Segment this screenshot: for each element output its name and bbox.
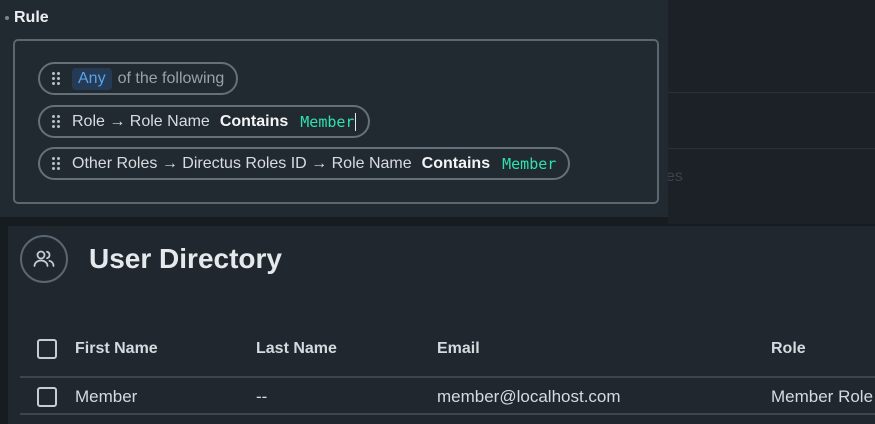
condition-field[interactable]: Role → Role Name <box>72 113 210 131</box>
column-header-email[interactable]: Email <box>437 340 480 358</box>
condition-field[interactable]: Other Roles → Directus Roles ID → Role N… <box>72 155 412 173</box>
background-panel <box>668 0 875 224</box>
column-header-last-name[interactable]: Last Name <box>256 340 337 358</box>
column-header-first-name[interactable]: First Name <box>75 340 158 358</box>
cell-first-name[interactable]: Member <box>75 387 137 407</box>
select-all-checkbox[interactable] <box>37 339 57 359</box>
required-dot <box>5 16 9 20</box>
row-checkbox[interactable] <box>37 387 57 407</box>
logic-selector[interactable]: Any <box>72 67 112 90</box>
background-divider <box>668 148 875 149</box>
drag-handle-icon[interactable] <box>52 156 62 171</box>
column-header-role[interactable]: Role <box>771 340 806 358</box>
condition-operator[interactable]: Contains <box>422 155 490 173</box>
users-icon <box>33 250 55 267</box>
directory-icon-button[interactable] <box>20 235 68 283</box>
cell-email[interactable]: member@localhost.com <box>437 387 621 407</box>
rule-panel: Rule Any of the following Role → Role Na… <box>0 0 668 217</box>
text-cursor <box>355 112 357 131</box>
rule-condition[interactable]: Other Roles → Directus Roles ID → Role N… <box>38 147 571 180</box>
table-header-divider <box>20 376 875 378</box>
background-text: es <box>666 168 683 185</box>
condition-value-input[interactable]: Member <box>300 113 354 131</box>
condition-value-input[interactable]: Member <box>502 155 556 173</box>
group-suffix: of the following <box>117 69 225 87</box>
cell-role[interactable]: Member Role <box>771 387 875 407</box>
drag-handle-icon[interactable] <box>52 114 62 129</box>
rule-group-any[interactable]: Any of the following <box>38 62 239 95</box>
rule-title: Rule <box>14 9 49 26</box>
drag-handle-icon[interactable] <box>52 71 62 86</box>
background-divider <box>668 92 875 93</box>
table-row-divider <box>20 413 875 415</box>
cell-last-name[interactable]: -- <box>256 387 267 407</box>
rule-condition[interactable]: Role → Role Name Contains Member <box>38 105 371 138</box>
page-title: User Directory <box>89 243 282 274</box>
condition-operator[interactable]: Contains <box>220 113 288 131</box>
